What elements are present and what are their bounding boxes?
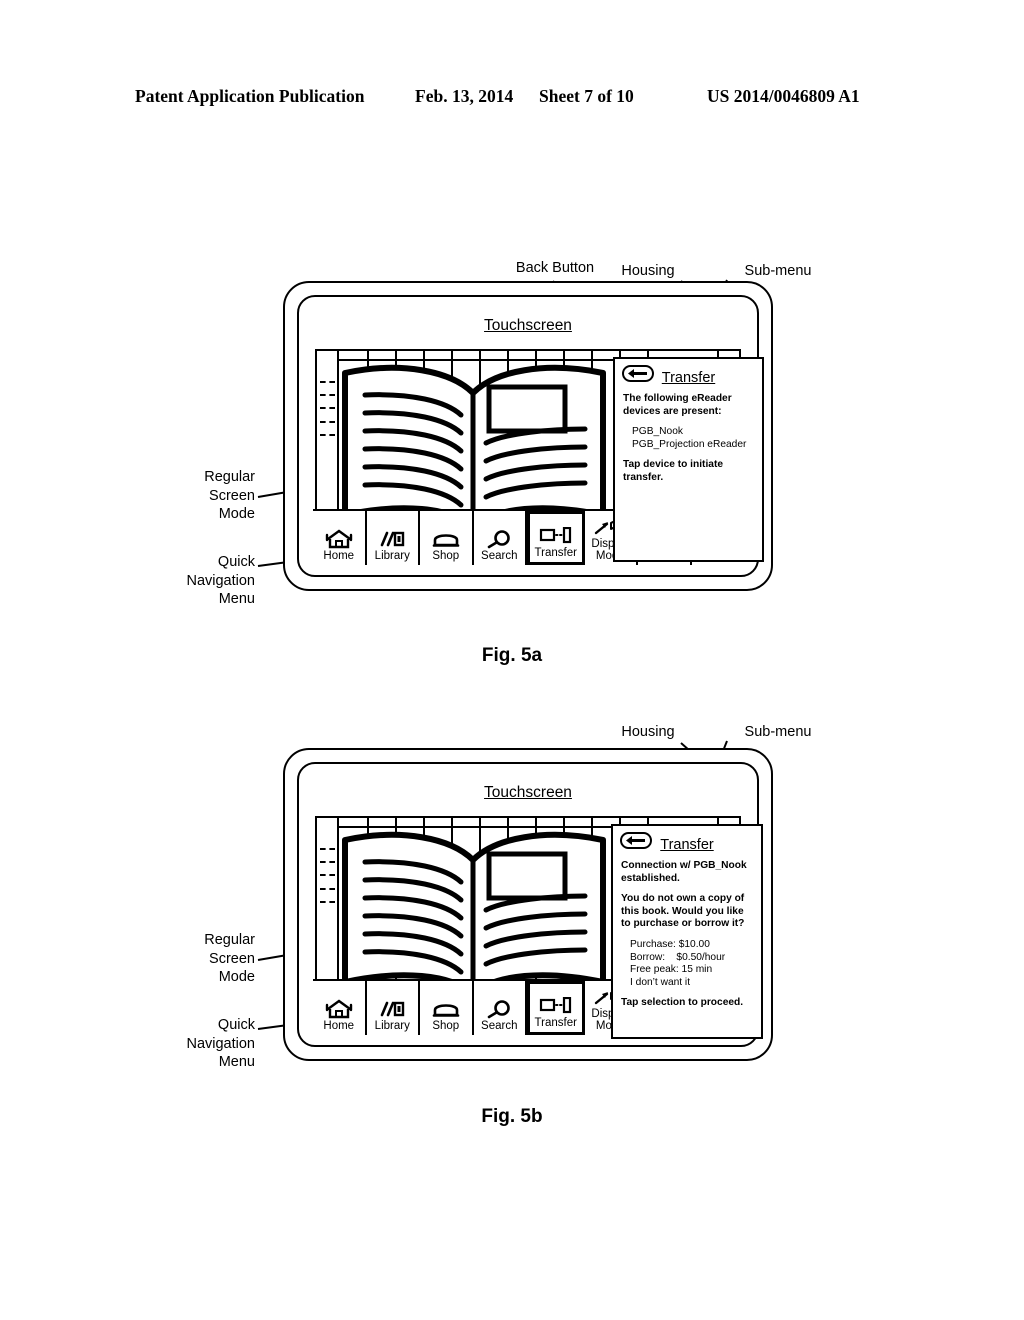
nav-item-transfer-b[interactable]: Transfer bbox=[527, 981, 585, 1035]
ereader-device: Touchscreen Transfer The following eRead… bbox=[283, 281, 773, 591]
callout-quick-nav-b-line1: Quick bbox=[217, 1017, 255, 1033]
submenu-title-b: Transfer bbox=[660, 837, 714, 853]
ereader-device-b: Touchscreen Transfer Connection w/ PGB_N… bbox=[283, 748, 773, 1061]
figure-5a: Back Button Housing Sub-menu Regular Scr… bbox=[0, 250, 1024, 670]
transfer-icon bbox=[539, 995, 573, 1017]
nav-item-library[interactable]: Library bbox=[366, 511, 420, 565]
callout-quick-nav-b-line2: Navigation bbox=[186, 1035, 255, 1052]
transfer-submenu-panel[interactable]: Transfer The following eReader devices a… bbox=[613, 357, 764, 562]
callout-regular-screen-mode-b-line3: Mode bbox=[218, 969, 255, 985]
search-icon bbox=[485, 528, 513, 550]
shop-icon bbox=[431, 528, 461, 550]
device-bezel-b: Touchscreen Transfer Connection w/ PGB_N… bbox=[297, 762, 763, 1047]
nav-label-shop: Shop bbox=[432, 550, 460, 562]
publication-title: Patent Application Publication bbox=[135, 86, 365, 106]
callout-quick-nav-line3: Menu bbox=[218, 591, 255, 607]
device-option-1[interactable]: PGB_Nook bbox=[623, 426, 756, 439]
callout-regular-screen-mode-line1: Regular bbox=[204, 469, 255, 485]
callout-submenu-b: Sub-menu bbox=[744, 724, 812, 740]
device-option-2[interactable]: PGB_Projection eReader bbox=[623, 439, 756, 452]
submenu-b-line-6: Tap selection to proceed. bbox=[621, 997, 744, 1009]
nav-label-search-b: Search bbox=[481, 1020, 518, 1032]
callout-regular-screen-mode-b-line1: Regular bbox=[204, 932, 255, 948]
nav-item-shop-b[interactable]: Shop bbox=[420, 981, 474, 1035]
figure-caption-5b: Fig. 5b bbox=[481, 1106, 543, 1127]
search-icon bbox=[485, 998, 513, 1020]
callout-quick-nav-line1: Quick bbox=[217, 554, 255, 570]
nav-label-search: Search bbox=[481, 550, 518, 562]
nav-label-home: Home bbox=[323, 550, 355, 562]
shop-icon bbox=[431, 998, 461, 1020]
publication-date: Feb. 13, 2014 bbox=[415, 86, 514, 106]
callout-regular-screen-mode-b-line2: Screen bbox=[209, 950, 255, 967]
nav-item-home-b[interactable]: Home bbox=[313, 981, 367, 1035]
callout-submenu: Sub-menu bbox=[744, 263, 812, 279]
nav-label-home-b: Home bbox=[323, 1020, 355, 1032]
option-free-peak[interactable]: Free peak: 15 min bbox=[621, 964, 755, 977]
submenu-line-2: devices are present: bbox=[623, 405, 722, 417]
nav-label-library: Library bbox=[374, 550, 410, 562]
option-borrow[interactable]: Borrow: $0.50/hour bbox=[621, 952, 755, 965]
open-book-illustration-b bbox=[342, 831, 606, 997]
sheet-number: Sheet 7 of 10 bbox=[539, 86, 634, 106]
home-icon bbox=[325, 998, 353, 1020]
transfer-submenu-panel-b[interactable]: Transfer Connection w/ PGB_Nook establis… bbox=[611, 824, 763, 1039]
nav-item-search[interactable]: Search bbox=[473, 511, 527, 565]
callout-housing: Housing bbox=[621, 263, 675, 279]
figure-5b: Housing Sub-menu Regular Screen Mode Qui… bbox=[0, 713, 1024, 1133]
nav-item-transfer[interactable]: Transfer bbox=[527, 511, 585, 565]
left-margin-column-b bbox=[317, 818, 339, 1006]
submenu-body-b: Connection w/ PGB_Nook established. You … bbox=[621, 860, 755, 1010]
touchscreen-label-b: Touchscreen bbox=[484, 784, 572, 801]
callout-housing-b: Housing bbox=[621, 724, 675, 740]
figure-caption-5a: Fig. 5a bbox=[481, 645, 543, 666]
submenu-line-4: transfer. bbox=[623, 471, 664, 483]
callout-quick-navigation-menu: Quick Navigation Menu bbox=[130, 553, 255, 609]
nav-item-shop[interactable]: Shop bbox=[420, 511, 474, 565]
library-icon bbox=[378, 528, 406, 550]
submenu-b-line-5: to purchase or borrow it? bbox=[621, 918, 745, 930]
nav-item-library-b[interactable]: Library bbox=[366, 981, 420, 1035]
submenu-b-line-4: this book. Would you like bbox=[621, 905, 744, 917]
callout-quick-nav-line2: Navigation bbox=[186, 572, 255, 589]
touchscreen-label: Touchscreen bbox=[484, 317, 572, 334]
submenu-line-3: Tap device to initiate bbox=[623, 459, 724, 471]
callout-regular-screen-mode-b: Regular Screen Mode bbox=[145, 931, 255, 987]
callout-quick-navigation-menu-b: Quick Navigation Menu bbox=[130, 1016, 255, 1072]
submenu-line-1: The following eReader bbox=[623, 393, 732, 404]
submenu-body: The following eReader devices are presen… bbox=[623, 393, 756, 485]
callout-back-button: Back Button bbox=[515, 260, 595, 276]
nav-label-transfer-b: Transfer bbox=[534, 1017, 577, 1029]
callout-regular-screen-mode: Regular Screen Mode bbox=[145, 468, 255, 524]
nav-label-library-b: Library bbox=[374, 1020, 410, 1032]
nav-item-search-b[interactable]: Search bbox=[473, 981, 527, 1035]
device-bezel: Touchscreen Transfer The following eRead… bbox=[297, 295, 764, 577]
submenu-title: Transfer bbox=[661, 370, 716, 386]
submenu-b-line-2: established. bbox=[621, 872, 680, 884]
callout-quick-nav-b-line3: Menu bbox=[218, 1054, 255, 1070]
callout-regular-screen-mode-line2: Screen bbox=[209, 487, 255, 504]
nav-label-shop-b: Shop bbox=[432, 1020, 460, 1032]
submenu-b-line-3: You do not own a copy of bbox=[621, 893, 745, 905]
transfer-icon bbox=[539, 525, 573, 547]
submenu-b-line-1: Connection w/ PGB_Nook bbox=[621, 860, 747, 871]
library-icon bbox=[378, 998, 406, 1020]
nav-item-home[interactable]: Home bbox=[313, 511, 367, 565]
nav-label-transfer: Transfer bbox=[534, 547, 577, 559]
patent-number: US 2014/0046809 A1 bbox=[707, 86, 860, 106]
option-purchase[interactable]: Purchase: $10.00 bbox=[621, 939, 755, 952]
page-header: Patent Application Publication Feb. 13, … bbox=[135, 86, 889, 112]
callout-regular-screen-mode-line3: Mode bbox=[218, 506, 255, 522]
home-icon bbox=[325, 528, 353, 550]
option-decline[interactable]: I don’t want it bbox=[621, 977, 755, 990]
